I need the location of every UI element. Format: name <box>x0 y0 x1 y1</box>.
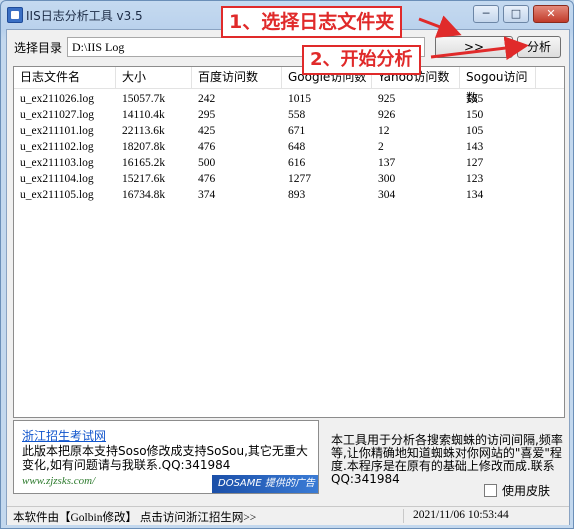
cell-sogou: 150 <box>466 109 484 121</box>
ad-provider-logo[interactable]: DOSAME 提供的广告 <box>212 475 318 493</box>
window-title: IIS日志分析工具 v3.5 <box>26 9 143 23</box>
cell-yahoo: 300 <box>378 173 396 185</box>
cell-size: 16734.8k <box>122 189 166 201</box>
cell-google: 616 <box>288 157 306 169</box>
cell-filename: u_ex211102.log <box>20 141 94 153</box>
cell-sogou: 134 <box>466 189 484 201</box>
cell-filename: u_ex211103.log <box>20 157 94 169</box>
cell-filename: u_ex211104.log <box>20 173 94 185</box>
table-row[interactable]: u_ex211104.log 15217.6k 476 1277 300 123 <box>14 171 564 187</box>
ad-text: 此版本把原本支持Soso修改成支持SoSou,其它无重大变化,如有问题请与我联系… <box>22 444 308 472</box>
cell-baidu: 295 <box>198 109 216 121</box>
cell-baidu: 476 <box>198 141 216 153</box>
cell-baidu: 425 <box>198 125 216 137</box>
analyze-button[interactable]: 分析 <box>517 36 561 58</box>
app-icon <box>7 7 23 23</box>
cell-sogou: 127 <box>466 157 484 169</box>
cell-filename: u_ex211026.log <box>20 93 94 105</box>
list-header: 日志文件名 大小 百度访问数 Google访问数 Yahoo访问数 Sogou访… <box>14 67 564 105</box>
cell-google: 893 <box>288 189 306 201</box>
table-row[interactable]: u_ex211027.log 14110.4k 295 558 926 150 <box>14 107 564 123</box>
minimize-button[interactable]: ─ <box>473 5 499 23</box>
cell-baidu: 476 <box>198 173 216 185</box>
cell-google: 648 <box>288 141 306 153</box>
cell-filename: u_ex211027.log <box>20 109 94 121</box>
cell-size: 15217.6k <box>122 173 166 185</box>
cell-yahoo: 926 <box>378 109 396 121</box>
table-row[interactable]: u_ex211103.log 16165.2k 500 616 137 127 <box>14 155 564 171</box>
cell-google: 1015 <box>288 93 311 105</box>
close-button[interactable]: ✕ <box>533 5 569 23</box>
cell-size: 15057.7k <box>122 93 166 105</box>
cell-baidu: 374 <box>198 189 216 201</box>
ad-panel[interactable]: 浙江招生考试网 此版本把原本支持Soso修改成支持SoSou,其它无重大变化,如… <box>13 420 319 494</box>
status-datetime: 2021/11/06 10:53:44 <box>413 509 509 521</box>
use-skin-label: 使用皮肤 <box>502 484 551 498</box>
log-list[interactable]: 日志文件名 大小 百度访问数 Google访问数 Yahoo访问数 Sogou访… <box>13 66 565 418</box>
cell-size: 18207.8k <box>122 141 166 153</box>
checkbox-box[interactable] <box>484 484 497 497</box>
browse-button[interactable]: >> <box>435 36 513 58</box>
status-bar: 本软件由【Golbin修改】 点击访问浙江招生网>> 2021/11/06 10… <box>7 506 569 525</box>
ad-url-link[interactable]: www.zjzsks.com/ <box>22 475 95 487</box>
main-panel: 选择目录 D:\IIS Log >> 分析 日志文件名 大小 百度访问数 Goo… <box>6 29 570 525</box>
cell-sogou: 143 <box>466 141 484 153</box>
cell-sogou: 105 <box>466 125 484 137</box>
use-skin-checkbox[interactable]: 使用皮肤 <box>484 482 550 499</box>
annotation-step1: 1、选择日志文件夹 <box>221 6 403 38</box>
table-row[interactable]: u_ex211101.log 22113.6k 425 671 12 105 <box>14 123 564 139</box>
cell-yahoo: 12 <box>378 125 390 137</box>
cell-size: 14110.4k <box>122 109 165 121</box>
ad-title-link[interactable]: 浙江招生考试网 <box>22 427 106 444</box>
cell-sogou: 123 <box>466 173 484 185</box>
status-credit-link[interactable]: 本软件由【Golbin修改】 点击访问浙江招生网>> <box>13 509 256 525</box>
cell-size: 16165.2k <box>122 157 166 169</box>
cell-yahoo: 925 <box>378 93 396 105</box>
table-row[interactable]: u_ex211105.log 16734.8k 374 893 304 134 <box>14 187 564 203</box>
column-header-filename[interactable]: 日志文件名 <box>14 67 116 88</box>
column-header-sogou[interactable]: Sogou访问数 <box>460 67 536 105</box>
cell-google: 1277 <box>288 173 311 185</box>
app-window: IIS日志分析工具 v3.5 ─ □ ✕ 选择目录 D:\IIS Log >> … <box>0 0 574 529</box>
cell-filename: u_ex211105.log <box>20 189 94 201</box>
cell-yahoo: 304 <box>378 189 396 201</box>
maximize-button[interactable]: □ <box>503 5 529 23</box>
cell-filename: u_ex211101.log <box>20 125 94 137</box>
cell-google: 558 <box>288 109 306 121</box>
annotation-step2: 2、开始分析 <box>302 45 421 75</box>
cell-yahoo: 137 <box>378 157 396 169</box>
cell-baidu: 242 <box>198 93 216 105</box>
cell-yahoo: 2 <box>378 141 384 153</box>
cell-size: 22113.6k <box>122 125 165 137</box>
table-row[interactable]: u_ex211026.log 15057.7k 242 1015 925 185 <box>14 91 564 107</box>
cell-google: 671 <box>288 125 306 137</box>
column-header-size[interactable]: 大小 <box>116 67 192 88</box>
cell-baidu: 500 <box>198 157 216 169</box>
cell-sogou: 185 <box>466 93 484 105</box>
table-row[interactable]: u_ex211102.log 18207.8k 476 648 2 143 <box>14 139 564 155</box>
dir-label: 选择目录 <box>14 41 63 55</box>
status-separator <box>403 509 404 523</box>
column-header-baidu[interactable]: 百度访问数 <box>192 67 282 88</box>
tool-description: 本工具用于分析各搜索蜘蛛的访问间隔,频率等,让你精确地知道蜘蛛对你网站的"喜爱"… <box>331 433 563 486</box>
